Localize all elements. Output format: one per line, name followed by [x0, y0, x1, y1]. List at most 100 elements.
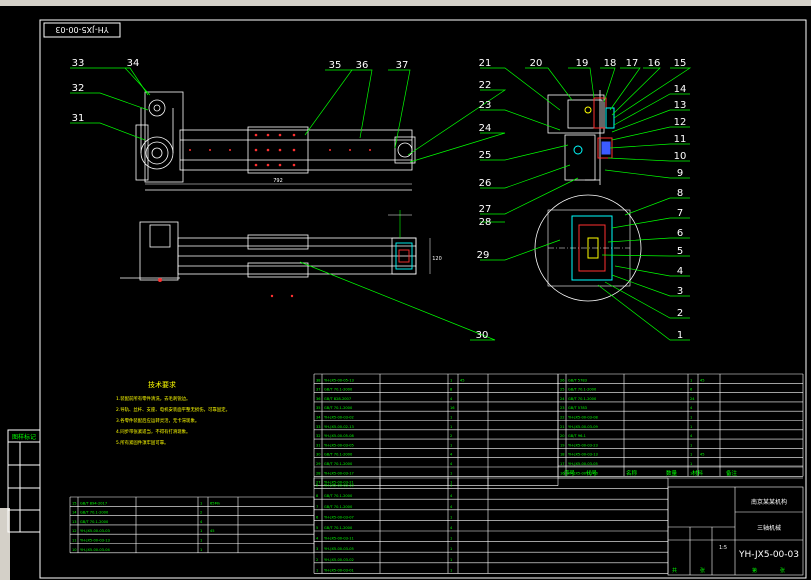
parts-cell: 1	[690, 416, 692, 420]
parts-cell: 35	[316, 406, 321, 410]
detail-view[interactable]	[534, 194, 642, 302]
balloon-label: 33	[72, 58, 85, 69]
parts-cell: YH-JX5-00-03-05	[324, 547, 354, 551]
parts-cell: YH-JX5-00-03-05	[568, 462, 598, 466]
parts-cell: 1	[450, 537, 452, 541]
parts-cell: 1	[450, 416, 452, 420]
balloon-label: 22	[479, 80, 492, 91]
parts-cell: 1	[450, 425, 452, 429]
parts-cell: GB/T 70.1-2000	[568, 388, 597, 392]
parts-cell: 2	[316, 558, 318, 562]
parts-cell: 1	[200, 539, 202, 543]
parts-cell: YH-JX5-00-03-13	[80, 539, 110, 543]
balloon-label: 11	[674, 134, 687, 145]
balloon-label: 27	[479, 204, 492, 215]
balloon-label: 37	[396, 60, 409, 71]
parts-cell: 31	[316, 443, 321, 447]
parts-cell: YH-JX5-00-05-13	[324, 378, 354, 382]
balloon-label: 25	[479, 150, 492, 161]
parts-cell: 17	[560, 462, 565, 466]
sheet-info: 第	[752, 567, 757, 574]
parts-cell: 1	[690, 453, 692, 457]
parts-cell: YH-JX5-00-03-10	[324, 484, 355, 488]
drawing-code: YH-JX5-00-03	[738, 550, 799, 560]
parts-cell: 8	[450, 388, 453, 392]
balloon-label: 26	[479, 178, 492, 189]
front-view[interactable]	[135, 91, 416, 191]
parts-cell: 45	[460, 378, 465, 382]
parts-cell: 32	[316, 434, 321, 438]
parts-cell: 4	[316, 537, 319, 541]
side-view[interactable]	[547, 90, 605, 185]
sheet-info: 张	[700, 567, 705, 574]
parts-cell: GB/T 70.1-2000	[324, 494, 353, 498]
front-view-holes	[189, 133, 371, 167]
balloon-label: 16	[648, 58, 661, 69]
balloon-label: 5	[677, 246, 683, 257]
notes-title: 技术要求	[148, 380, 176, 389]
leader-lines	[70, 67, 692, 341]
parts-cell: 21	[560, 425, 565, 429]
parts-cell: GB/T 5783	[568, 378, 587, 382]
balloon-label: 32	[72, 83, 85, 94]
parts-cell: 45	[700, 453, 705, 457]
dim-small: 120	[432, 256, 442, 262]
top-view[interactable]	[120, 221, 417, 281]
parts-header: 序号	[564, 469, 576, 477]
parts-cell: 4	[450, 397, 453, 401]
side-stamp-column: 图样标记	[7, 429, 41, 533]
dim-length: 792	[273, 178, 283, 184]
parts-cell: YH-JX5-00-05-08	[324, 434, 355, 438]
parts-cell: 4	[690, 406, 693, 410]
balloon-label: 20	[530, 58, 543, 69]
parts-cell: YH-JX5-00-03-23	[568, 443, 598, 447]
note-line: 1.装配前所有零件清洗，去毛刺锐边。	[116, 395, 190, 402]
balloon-label: 34	[127, 58, 140, 69]
balloon-label: 18	[604, 58, 617, 69]
side-stamp-label: 图样标记	[12, 433, 36, 441]
parts-cell: GB/T 70.1-2000	[80, 511, 109, 515]
sheet-info: 张	[780, 567, 785, 574]
note-line: 4.同步带张紧适当，不得有打滑现象。	[116, 428, 190, 435]
parts-cell: 22	[560, 416, 565, 420]
top-view-accents: 120	[158, 210, 442, 298]
parts-cell: 4	[450, 453, 453, 457]
parts-cell: 24	[560, 397, 565, 401]
parts-cell: YH-JX5-00-02-13	[324, 425, 354, 429]
balloon-label: 3	[677, 286, 683, 297]
balloon-label: 8	[677, 188, 683, 199]
parts-cell: YH-JX5-00-03-17	[324, 471, 354, 475]
parts-cell: 11	[72, 539, 77, 543]
parts-cell: YH-JX5-00-03-07	[324, 515, 354, 519]
parts-cell: 38	[316, 378, 321, 382]
parts-cell: GB/T 70.1-2000	[80, 520, 109, 524]
parts-cell: 4	[450, 462, 453, 466]
balloon-label: 14	[674, 84, 687, 95]
parts-cell: 1	[690, 462, 692, 466]
parts-cell: GB/T 70.1-2000	[324, 406, 353, 410]
cad-drawing-canvas[interactable]: YH-JX5-00-03 图样标记 792 120 12345678910111…	[0, 0, 811, 580]
parts-cell: YH-JX5-00-03-11	[324, 537, 354, 541]
parts-cell: 1	[690, 378, 692, 382]
balloon-label: 1	[677, 330, 683, 341]
sheet-info: 共	[672, 567, 677, 574]
balloon-label: 13	[674, 100, 687, 111]
parts-cell: 4	[450, 526, 453, 530]
balloon-label: 10	[674, 151, 687, 162]
parts-cell: 1	[200, 529, 202, 533]
parts-cell: 19	[560, 443, 565, 447]
balloon-label: 15	[674, 58, 687, 69]
parts-cell: 45	[210, 529, 215, 533]
parts-cell: 5	[316, 526, 318, 530]
parts-cell: 6	[316, 515, 319, 519]
parts-cell: 45	[700, 378, 705, 382]
balloon-label: 36	[356, 60, 369, 71]
parts-cell: GB/T 828-2007	[324, 397, 351, 401]
parts-cell: 1	[450, 443, 452, 447]
parts-header: 备注	[726, 469, 738, 477]
balloon-label: 4	[677, 266, 683, 277]
parts-cell: 2	[200, 511, 202, 515]
parts-cell: 29	[316, 462, 321, 466]
parts-cell: 33	[316, 425, 321, 429]
balloon-label: 21	[479, 58, 492, 69]
